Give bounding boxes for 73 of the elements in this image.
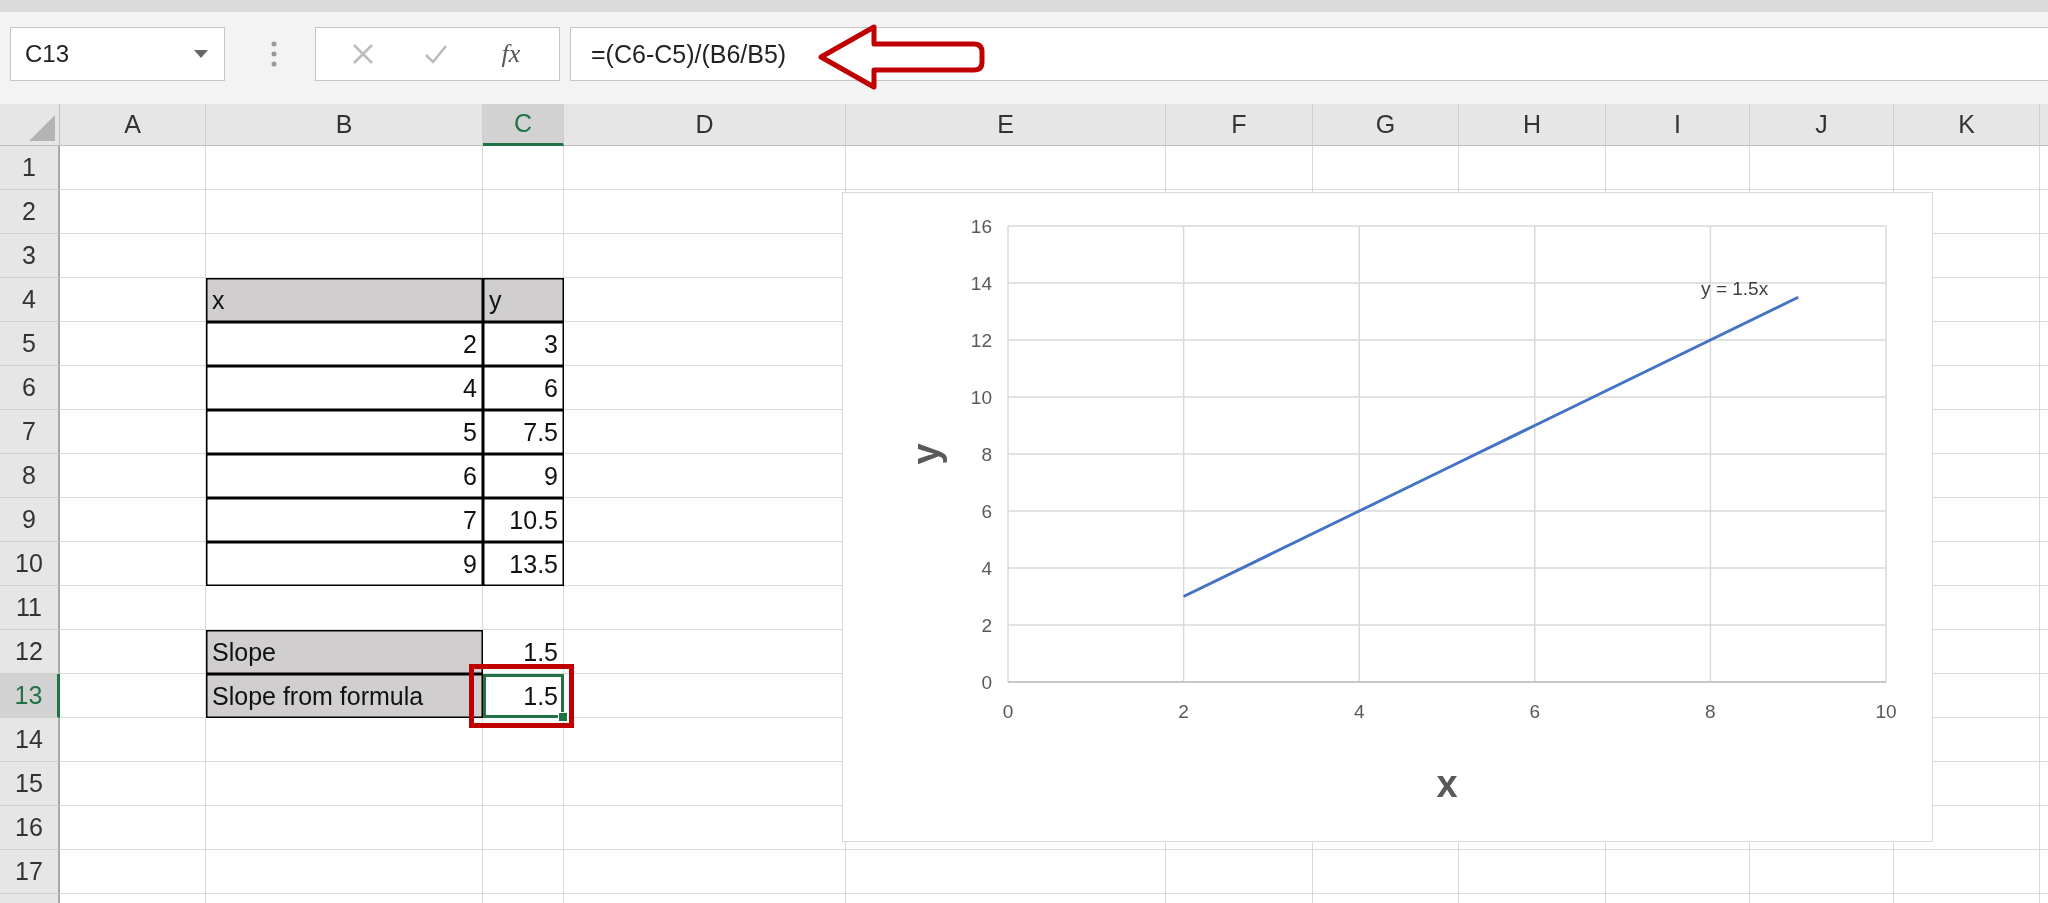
row-header[interactable]: 14 <box>0 718 60 762</box>
x-tick-label: 0 <box>1002 701 1014 722</box>
row-header[interactable]: 1 <box>0 146 60 190</box>
row-header[interactable]: 11 <box>0 586 60 630</box>
x-axis-title: x <box>1436 763 1458 805</box>
formula-field[interactable]: =(C6-C5)/(B6/B5) <box>570 27 2048 81</box>
dropdown-caret-icon[interactable] <box>194 50 208 58</box>
row-header[interactable]: 15 <box>0 762 60 806</box>
column-header[interactable]: I <box>1606 104 1750 146</box>
y-tick-label: 12 <box>970 330 992 351</box>
table-cell: 7 <box>206 498 483 542</box>
y-tick-label: 6 <box>981 501 992 522</box>
column-header[interactable]: E <box>846 104 1166 146</box>
row-header[interactable]: 6 <box>0 366 60 410</box>
row-header[interactable]: 8 <box>0 454 60 498</box>
table-cell: 9 <box>483 454 564 498</box>
row-header[interactable]: 10 <box>0 542 60 586</box>
table-header-cell: x <box>206 278 483 322</box>
table-cell: 3 <box>483 322 564 366</box>
x-tick-label: 6 <box>1529 701 1541 722</box>
table-cell: 2 <box>206 322 483 366</box>
table-cell: Slope from formula <box>206 674 483 718</box>
x-tick-label: 8 <box>1705 701 1716 722</box>
row-header[interactable]: 2 <box>0 190 60 234</box>
table-cell: 9 <box>206 542 483 586</box>
y-tick-label: 4 <box>981 558 992 579</box>
table-cell: 4 <box>206 366 483 410</box>
name-box[interactable]: C13 <box>10 27 225 81</box>
y-tick-label: 8 <box>981 444 992 465</box>
table-cell: 13.5 <box>483 542 564 586</box>
column-header[interactable]: C <box>483 104 564 146</box>
row-header[interactable]: 12 <box>0 630 60 674</box>
row-header[interactable]: 17 <box>0 850 60 894</box>
y-tick-label: 0 <box>981 672 992 693</box>
row-header[interactable]: 16 <box>0 806 60 850</box>
table-cell[interactable]: 1.5 <box>483 630 564 674</box>
select-all-icon[interactable] <box>29 115 55 141</box>
table-cell: 6 <box>483 366 564 410</box>
row-header[interactable]: 13 <box>0 674 60 718</box>
formula-text: =(C6-C5)/(B6/B5) <box>591 39 787 69</box>
y-tick-label: 14 <box>970 273 992 294</box>
y-tick-label: 16 <box>970 216 992 237</box>
insert-function-button[interactable]: fx <box>497 39 525 69</box>
table-cell: 10.5 <box>483 498 564 542</box>
column-header[interactable]: F <box>1166 104 1313 146</box>
x-tick-label: 2 <box>1178 701 1189 722</box>
column-header[interactable]: A <box>60 104 206 146</box>
column-header[interactable]: J <box>1750 104 1894 146</box>
table-cell: 5 <box>206 410 483 454</box>
y-tick-label: 2 <box>981 615 992 636</box>
column-header[interactable]: B <box>206 104 483 146</box>
cancel-icon[interactable] <box>350 42 375 66</box>
y-axis-title: y <box>905 443 947 465</box>
table-cell: 6 <box>206 454 483 498</box>
column-header[interactable]: D <box>564 104 846 146</box>
row-header[interactable]: 9 <box>0 498 60 542</box>
row-header[interactable]: 7 <box>0 410 60 454</box>
row-header[interactable]: 3 <box>0 234 60 278</box>
x-tick-label: 10 <box>1875 701 1897 722</box>
column-header[interactable]: G <box>1313 104 1459 146</box>
grip-icon <box>271 41 277 67</box>
table-header-cell: y <box>483 278 564 322</box>
x-tick-label: 4 <box>1353 701 1365 722</box>
table-cell: 7.5 <box>483 410 564 454</box>
table-cell: Slope <box>206 630 483 674</box>
table-cell[interactable]: 1.5 <box>483 674 564 718</box>
column-header[interactable]: K <box>1894 104 2040 146</box>
row-header[interactable]: 5 <box>0 322 60 366</box>
fill-handle[interactable] <box>558 712 568 722</box>
trendline-label: y = 1.5x <box>1701 278 1769 300</box>
row-header[interactable]: 4 <box>0 278 60 322</box>
column-header[interactable]: H <box>1459 104 1606 146</box>
y-tick-label: 10 <box>970 387 992 408</box>
